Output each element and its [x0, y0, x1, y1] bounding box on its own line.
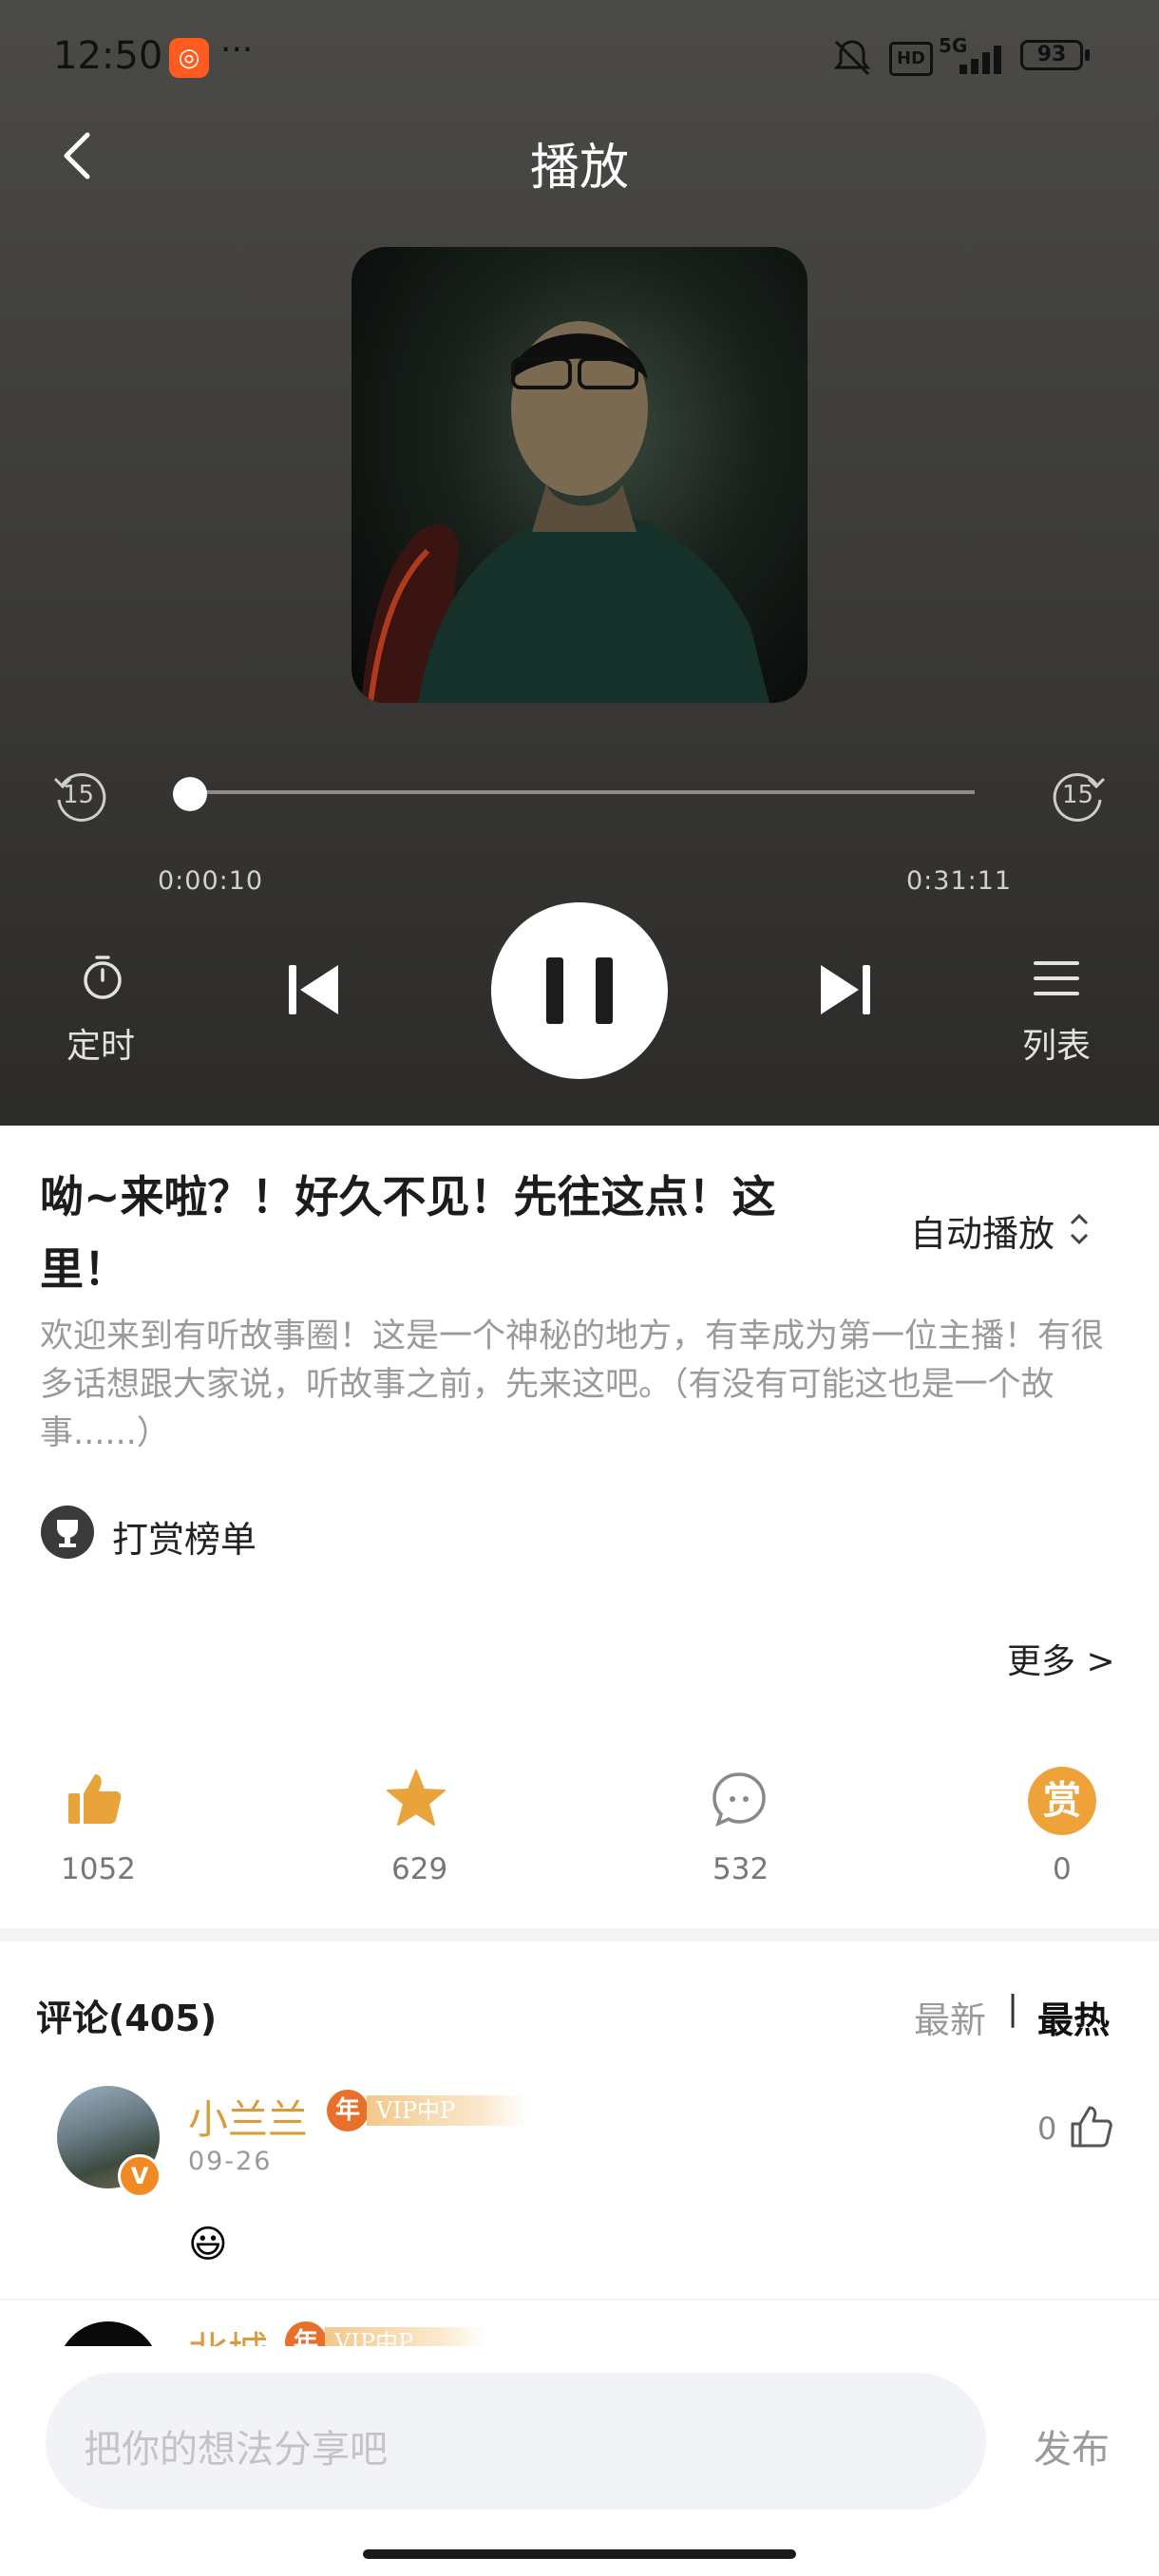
playlist-icon[interactable]: [1032, 954, 1081, 1007]
battery-level: 93: [1036, 43, 1067, 66]
player-section: 12:50 ◎ ··· HD 5G 93 播放 15 15 0:00:10 0:…: [0, 0, 1159, 1126]
sort-hottest-tab[interactable]: 最热: [1037, 1991, 1110, 2043]
cover-art: [352, 247, 808, 703]
status-time: 12:50: [53, 34, 163, 78]
episode-title: 呦~来啦？！好久不见！先往这点！这里！: [40, 1171, 776, 1295]
cover-photo-illustration: [361, 321, 770, 703]
autoplay-chevron-icon[interactable]: [1066, 1208, 1092, 1254]
home-indicator: [363, 2549, 796, 2559]
comment-date: 09-26: [188, 2147, 273, 2176]
section-divider: [0, 1928, 1159, 1941]
progress-thumb[interactable]: [173, 777, 207, 811]
more-link[interactable]: 更多 >: [1007, 1634, 1115, 1683]
previous-track-button[interactable]: [285, 959, 342, 1024]
comment-username[interactable]: 小兰兰: [188, 2088, 308, 2146]
forward-15-label: 15: [1062, 781, 1094, 809]
comment-item: V 小兰兰 年 VIP中P 09-26 0 😃: [0, 2071, 1159, 2299]
hd-icon: HD: [889, 42, 933, 76]
reward-count: 0: [1053, 1852, 1072, 1886]
total-time: 0:31:11: [906, 866, 1013, 896]
reward-board-label[interactable]: 打赏榜单: [112, 1510, 256, 1563]
current-time: 0:00:10: [158, 866, 264, 896]
page-title: 播放: [529, 140, 629, 197]
progress-track[interactable]: [186, 790, 975, 794]
playlist-label[interactable]: 列表: [1022, 1018, 1091, 1068]
like-count: 1052: [61, 1852, 136, 1886]
comment-count: 532: [712, 1852, 770, 1886]
vip-badge: VIP中P: [367, 2095, 528, 2126]
signal-icon: [940, 44, 1009, 78]
app-notification-icon: ◎: [169, 38, 209, 78]
autoplay-label: 自动播放: [910, 1213, 1055, 1255]
battery-cap: [1085, 49, 1090, 61]
rewind-15-label: 15: [63, 781, 95, 809]
pause-button[interactable]: [491, 902, 668, 1079]
comment-content: 😃: [188, 2223, 228, 2266]
timer-icon[interactable]: [76, 950, 129, 1007]
like-icon[interactable]: [66, 1771, 124, 1831]
comment-like-count: 0: [1037, 2111, 1057, 2147]
verified-badge: V: [118, 2154, 162, 2198]
favorite-count: 629: [391, 1852, 448, 1886]
autoplay-toggle[interactable]: 自动播放: [910, 1204, 1054, 1257]
comment-bubble-icon[interactable]: [711, 1771, 768, 1831]
sort-newest-tab[interactable]: 最新: [914, 1991, 986, 2043]
sort-separator: |: [1007, 1989, 1019, 2028]
reward-icon[interactable]: 赏: [1028, 1767, 1096, 1835]
publish-button[interactable]: 发布: [1034, 2418, 1110, 2473]
year-badge: 年: [327, 2090, 369, 2131]
composer-bar: 把你的想法分享吧 发布: [0, 2346, 1159, 2576]
pause-icon: [546, 957, 613, 1024]
favorite-star-icon[interactable]: [386, 1769, 446, 1831]
comment-input[interactable]: 把你的想法分享吧: [46, 2373, 986, 2510]
next-track-button[interactable]: [817, 959, 874, 1024]
status-more-icon: ···: [220, 30, 254, 69]
battery-icon: 93: [1020, 40, 1083, 70]
episode-description: 欢迎来到有听故事圈！这是一个神秘的地方，有幸成为第一位主播！有很多话想跟大家说，…: [40, 1317, 1105, 1452]
comment-input-placeholder: 把你的想法分享吧: [84, 2428, 388, 2472]
mute-icon: [830, 36, 874, 84]
comment-like-icon[interactable]: [1070, 2105, 1113, 2152]
comments-header: 评论(405): [36, 1998, 218, 2039]
trophy-icon: [40, 1505, 95, 1563]
comment-divider: [0, 2299, 1159, 2301]
timer-label[interactable]: 定时: [66, 1018, 135, 1068]
